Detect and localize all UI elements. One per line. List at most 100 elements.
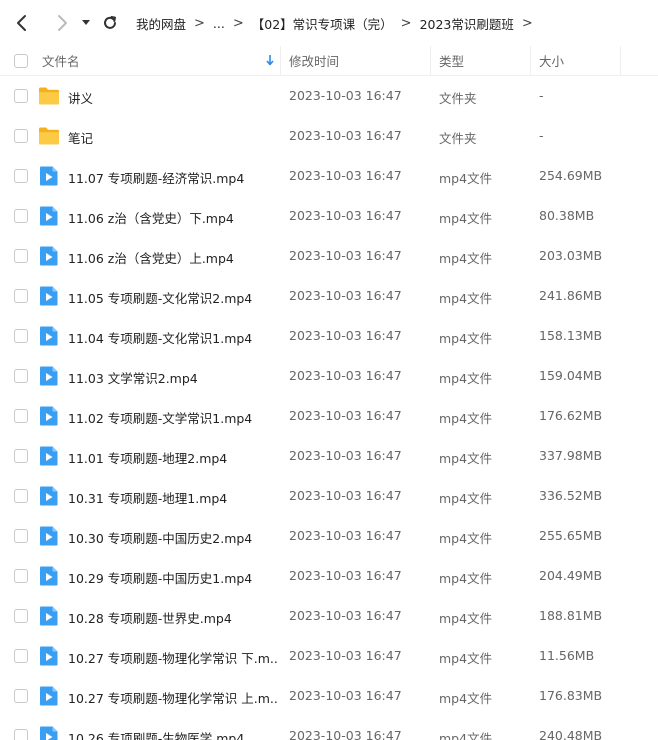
file-name[interactable]: 10.30 专项刷题-中国历史2.mp4 bbox=[68, 528, 278, 547]
file-name[interactable]: 10.29 专项刷题-中国历史1.mp4 bbox=[68, 568, 278, 587]
row-checkbox[interactable] bbox=[14, 289, 28, 303]
file-name[interactable]: 11.07 专项刷题-经济常识.mp4 bbox=[68, 168, 278, 187]
column-header-size[interactable]: 大小 bbox=[539, 51, 564, 70]
file-row[interactable]: 11.02 专项刷题-文学常识1.mp4 2023-10-03 16:47 mp4文… bbox=[0, 396, 658, 436]
row-checkbox[interactable] bbox=[14, 569, 28, 583]
row-checkbox[interactable] bbox=[14, 249, 28, 263]
file-name[interactable]: 笔记 bbox=[68, 128, 278, 147]
file-row[interactable]: 10.30 专项刷题-中国历史2.mp4 2023-10-03 16:47 mp4文… bbox=[0, 516, 658, 556]
file-name[interactable]: 11.03 文学常识2.mp4 bbox=[68, 368, 278, 387]
row-checkbox[interactable] bbox=[14, 209, 28, 223]
breadcrumb: 我的网盘 > ... > 【02】常识专项课（完） > 2023常识刷题班 > bbox=[136, 14, 541, 33]
breadcrumb-item-root[interactable]: 我的网盘 bbox=[136, 14, 186, 33]
file-name[interactable]: 11.05 专项刷题-文化常识2.mp4 bbox=[68, 288, 278, 307]
file-row[interactable]: 10.29 专项刷题-中国历史1.mp4 2023-10-03 16:47 mp4文… bbox=[0, 556, 658, 596]
file-row[interactable]: 11.01 专项刷题-地理2.mp4 2023-10-03 16:47 mp4文件 3… bbox=[0, 436, 658, 476]
back-button[interactable] bbox=[8, 9, 36, 37]
file-type: 文件夹 bbox=[439, 91, 477, 106]
file-list: 讲义 2023-10-03 16:47 文件夹 - 笔记 2023-10-03 16:47… bbox=[0, 76, 658, 740]
file-name[interactable]: 讲义 bbox=[68, 88, 278, 107]
file-name[interactable]: 10.26 专项刷题-生物医学.mp4 bbox=[68, 728, 278, 740]
column-header-name[interactable]: 文件名 bbox=[42, 51, 80, 70]
breadcrumb-item-current[interactable]: 2023常识刷题班 bbox=[420, 14, 514, 33]
file-row[interactable]: 笔记 2023-10-03 16:47 文件夹 - bbox=[0, 116, 658, 156]
file-size: 337.98MB bbox=[539, 448, 603, 463]
file-type: mp4文件 bbox=[439, 651, 493, 666]
row-checkbox[interactable] bbox=[14, 129, 28, 143]
file-modified-time: 2023-10-03 16:47 bbox=[289, 168, 402, 183]
file-modified-time: 2023-10-03 16:47 bbox=[289, 408, 402, 423]
file-size: 255.65MB bbox=[539, 528, 603, 543]
file-type: mp4文件 bbox=[439, 691, 493, 706]
file-modified-time: 2023-10-03 16:47 bbox=[289, 208, 402, 223]
file-name[interactable]: 11.01 专项刷题-地理2.mp4 bbox=[68, 448, 278, 467]
file-size: 336.52MB bbox=[539, 488, 603, 503]
row-checkbox[interactable] bbox=[14, 529, 28, 543]
file-row[interactable]: 11.04 专项刷题-文化常识1.mp4 2023-10-03 16:47 mp4文… bbox=[0, 316, 658, 356]
file-row[interactable]: 10.27 专项刷题-物理化学常识 上.m... 2023-10-03 16:47… bbox=[0, 676, 658, 716]
video-file-icon bbox=[38, 485, 60, 507]
file-row[interactable]: 11.06 z治（含党史）下.mp4 2023-10-03 16:47 mp4文件 8… bbox=[0, 196, 658, 236]
sort-arrow-down-icon[interactable] bbox=[266, 54, 274, 66]
video-file-icon bbox=[38, 605, 60, 627]
refresh-button[interactable] bbox=[96, 9, 124, 37]
toolbar: 我的网盘 > ... > 【02】常识专项课（完） > 2023常识刷题班 > bbox=[0, 0, 658, 46]
breadcrumb-item-ellipsis[interactable]: ... bbox=[213, 16, 225, 31]
column-divider[interactable] bbox=[280, 46, 281, 76]
file-row[interactable]: 11.05 专项刷题-文化常识2.mp4 2023-10-03 16:47 mp4文… bbox=[0, 276, 658, 316]
file-modified-time: 2023-10-03 16:47 bbox=[289, 528, 402, 543]
file-size: 158.13MB bbox=[539, 328, 603, 343]
video-file-icon bbox=[38, 525, 60, 547]
file-row[interactable]: 11.06 z治（含党史）上.mp4 2023-10-03 16:47 mp4文件 2… bbox=[0, 236, 658, 276]
file-row[interactable]: 10.31 专项刷题-地理1.mp4 2023-10-03 16:47 mp4文件 3… bbox=[0, 476, 658, 516]
row-checkbox[interactable] bbox=[14, 489, 28, 503]
file-name[interactable]: 11.06 z治（含党史）上.mp4 bbox=[68, 248, 278, 267]
file-row[interactable]: 11.03 文学常识2.mp4 2023-10-03 16:47 mp4文件 159.… bbox=[0, 356, 658, 396]
file-row[interactable]: 11.07 专项刷题-经济常识.mp4 2023-10-03 16:47 mp4文件… bbox=[0, 156, 658, 196]
file-size: 176.83MB bbox=[539, 688, 603, 703]
file-name[interactable]: 11.04 专项刷题-文化常识1.mp4 bbox=[68, 328, 278, 347]
row-checkbox[interactable] bbox=[14, 609, 28, 623]
row-checkbox[interactable] bbox=[14, 369, 28, 383]
file-row[interactable]: 讲义 2023-10-03 16:47 文件夹 - bbox=[0, 76, 658, 116]
breadcrumb-separator-icon: > bbox=[400, 15, 412, 31]
history-dropdown-button[interactable] bbox=[78, 9, 94, 37]
file-type: mp4文件 bbox=[439, 291, 493, 306]
file-row[interactable]: 10.28 专项刷题-世界史.mp4 2023-10-03 16:47 mp4文件 1… bbox=[0, 596, 658, 636]
breadcrumb-item-course[interactable]: 【02】常识专项课（完） bbox=[252, 14, 393, 33]
file-name[interactable]: 11.02 专项刷题-文学常识1.mp4 bbox=[68, 408, 278, 427]
forward-button[interactable] bbox=[48, 9, 76, 37]
breadcrumb-separator-icon: > bbox=[521, 15, 533, 31]
row-checkbox[interactable] bbox=[14, 649, 28, 663]
column-divider[interactable] bbox=[430, 46, 431, 76]
row-checkbox[interactable] bbox=[14, 449, 28, 463]
column-divider[interactable] bbox=[620, 46, 621, 76]
select-all-checkbox[interactable] bbox=[14, 54, 28, 68]
column-divider[interactable] bbox=[530, 46, 531, 76]
row-checkbox[interactable] bbox=[14, 89, 28, 103]
file-size: 240.48MB bbox=[539, 728, 603, 740]
file-name[interactable]: 10.27 专项刷题-物理化学常识 下.m... bbox=[68, 648, 278, 667]
file-size: 254.69MB bbox=[539, 168, 603, 183]
file-name[interactable]: 11.06 z治（含党史）下.mp4 bbox=[68, 208, 278, 227]
file-size: 176.62MB bbox=[539, 408, 603, 423]
row-checkbox[interactable] bbox=[14, 169, 28, 183]
breadcrumb-separator-icon: > bbox=[232, 15, 244, 31]
row-checkbox[interactable] bbox=[14, 689, 28, 703]
row-checkbox[interactable] bbox=[14, 329, 28, 343]
row-checkbox[interactable] bbox=[14, 729, 28, 740]
file-name[interactable]: 10.28 专项刷题-世界史.mp4 bbox=[68, 608, 278, 627]
file-row[interactable]: 10.27 专项刷题-物理化学常识 下.m... 2023-10-03 16:47… bbox=[0, 636, 658, 676]
file-size: - bbox=[539, 128, 544, 143]
video-file-icon bbox=[38, 365, 60, 387]
file-name[interactable]: 10.27 专项刷题-物理化学常识 上.m... bbox=[68, 688, 278, 707]
row-checkbox[interactable] bbox=[14, 409, 28, 423]
column-header-modified[interactable]: 修改时间 bbox=[289, 51, 339, 70]
file-type: mp4文件 bbox=[439, 371, 493, 386]
column-header-type[interactable]: 类型 bbox=[439, 51, 464, 70]
file-modified-time: 2023-10-03 16:47 bbox=[289, 688, 402, 703]
file-name[interactable]: 10.31 专项刷题-地理1.mp4 bbox=[68, 488, 278, 507]
file-type: mp4文件 bbox=[439, 731, 493, 740]
file-row[interactable]: 10.26 专项刷题-生物医学.mp4 2023-10-03 16:47 mp4文件… bbox=[0, 716, 658, 740]
video-file-icon bbox=[38, 285, 60, 307]
